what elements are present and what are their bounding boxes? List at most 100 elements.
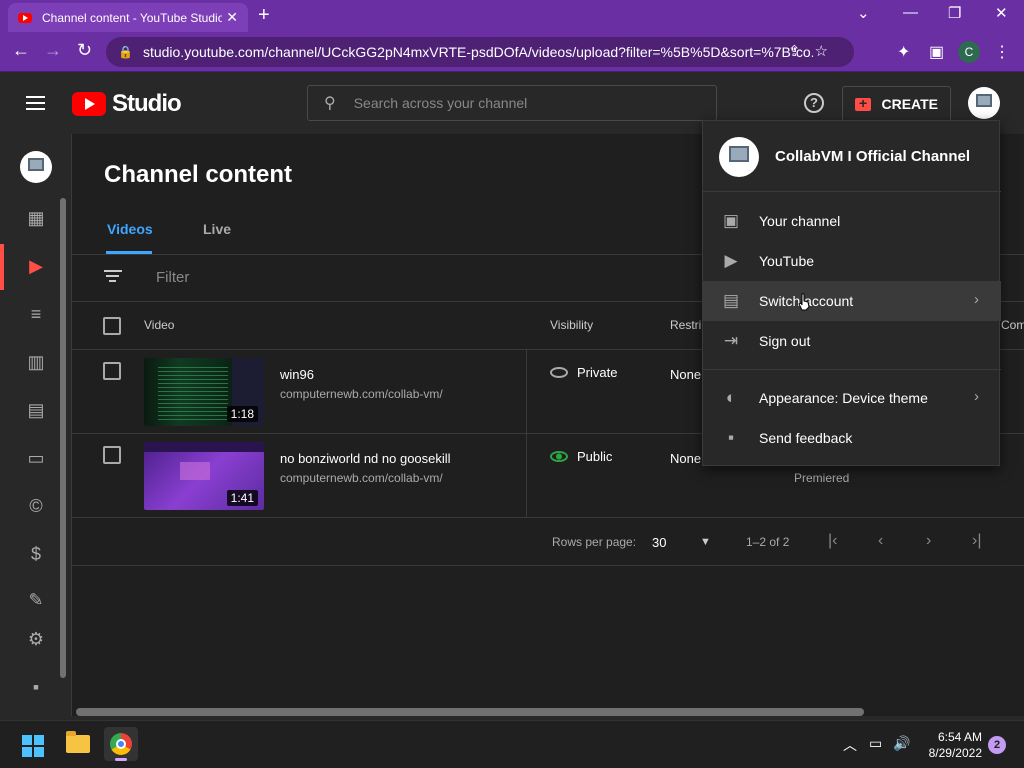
visibility-cell[interactable]: Public <box>550 449 612 464</box>
menu-item-send-feedback[interactable]: ▪ Send feedback <box>703 418 1001 458</box>
video-duration: 1:18 <box>226 406 258 422</box>
menu-item-your-channel[interactable]: ▣ Your channel <box>703 201 1001 241</box>
close-window-button[interactable]: ✕ <box>995 4 1008 22</box>
next-page-icon[interactable]: › <box>926 532 931 550</box>
rows-per-page-label: Rows per page: <box>552 535 637 549</box>
channel-search-box[interactable]: ⚲ <box>307 85 717 121</box>
menu-item-youtube[interactable]: ▶ YouTube <box>703 241 1001 281</box>
monetization-icon[interactable]: $ <box>26 544 46 564</box>
video-title[interactable]: win96 <box>280 367 314 382</box>
visibility-label: Private <box>577 365 618 380</box>
close-tab-icon[interactable]: ✕ <box>226 9 238 26</box>
chrome-taskbar-icon[interactable] <box>104 727 138 761</box>
video-title[interactable]: no bonziworld nd no goosekill <box>280 451 451 466</box>
visibility-label: Public <box>577 449 613 464</box>
studio-logo[interactable]: Studio <box>72 90 182 118</box>
share-and-bookmark-icons[interactable]: ⇪☆ <box>788 42 842 60</box>
row-checkbox[interactable] <box>103 362 121 380</box>
page-title: Channel content <box>104 161 293 188</box>
logo-text: Studio <box>112 90 182 117</box>
divider <box>703 369 1001 370</box>
restore-button[interactable]: ❐ <box>948 4 961 22</box>
tab-live[interactable]: Live <box>203 221 231 237</box>
appearance-icon: ◐ <box>725 388 737 407</box>
comments-icon[interactable]: ▤ <box>26 400 46 420</box>
menu-item-label: Appearance: Device theme <box>759 390 928 406</box>
menu-item-switch-account[interactable]: ▤ Switch account › <box>703 281 1001 321</box>
browser-toolbar: ← → ↻ 🔒 studio.youtube.com/channel/UCckG… <box>0 32 1024 72</box>
network-icon[interactable]: ▭ <box>869 735 882 752</box>
first-page-icon[interactable]: |‹ <box>828 532 837 550</box>
pagination-range: 1–2 of 2 <box>746 535 790 549</box>
windows-start-icon[interactable] <box>22 735 44 757</box>
horizontal-scrollbar[interactable] <box>76 708 864 716</box>
tab-search-icon[interactable]: ⌄ <box>857 4 870 22</box>
content-icon[interactable]: ▶ <box>26 256 46 276</box>
help-icon[interactable]: ? <box>804 93 824 113</box>
browser-profile-avatar[interactable]: C <box>958 41 980 63</box>
send-feedback-icon[interactable]: ▪ <box>26 677 46 697</box>
back-button[interactable]: ← <box>12 40 30 61</box>
search-icon: ⚲ <box>324 95 336 112</box>
browser-tab[interactable]: Channel content - YouTube Studio ✕ <box>8 3 248 32</box>
video-thumbnail[interactable]: 1:18 <box>144 358 264 426</box>
menu-item-appearance[interactable]: ◐ Appearance: Device theme › <box>703 378 1001 418</box>
column-header-visibility[interactable]: Visibility <box>550 318 593 332</box>
clock-time: 6:54 AM <box>937 730 982 744</box>
account-menu-header: CollabVM I Official Channel <box>703 121 1001 192</box>
tab-title: Channel content - YouTube Studio <box>42 10 222 25</box>
eye-icon <box>550 451 568 462</box>
tab-videos[interactable]: Videos <box>107 221 153 237</box>
new-tab-button[interactable]: + <box>258 4 270 27</box>
notification-badge[interactable]: 2 <box>988 736 1006 754</box>
row-checkbox[interactable] <box>103 446 121 464</box>
youtube-favicon-icon <box>18 12 32 23</box>
column-header-restrictions[interactable]: Restri <box>670 318 701 332</box>
address-bar[interactable]: 🔒 studio.youtube.com/channel/UCckGG2pN4m… <box>106 37 854 67</box>
side-panel-icon[interactable]: ▣ <box>929 42 944 62</box>
copyright-icon[interactable]: © <box>26 496 46 516</box>
previous-page-icon[interactable]: ‹ <box>878 532 883 550</box>
restrictions-value: None <box>670 367 702 382</box>
channel-avatar <box>719 137 759 177</box>
video-thumbnail[interactable]: 1:41 <box>144 442 264 510</box>
video-duration: 1:41 <box>226 490 258 506</box>
date-note: Premiered <box>794 471 850 485</box>
menu-item-sign-out[interactable]: ⇥ Sign out <box>703 321 1001 361</box>
dashboard-icon[interactable]: ▦ <box>26 208 46 228</box>
reload-button[interactable]: ↻ <box>77 40 92 61</box>
rows-per-page-select[interactable]: 30 <box>652 535 666 550</box>
analytics-icon[interactable]: ▥ <box>26 352 46 372</box>
lock-icon[interactable]: 🔒 <box>118 45 133 59</box>
forward-button[interactable]: → <box>44 40 62 61</box>
last-page-icon[interactable]: ›| <box>972 532 981 550</box>
tray-chevron-icon[interactable]: ︿ <box>843 735 857 755</box>
sidebar-scrollbar[interactable] <box>60 198 66 678</box>
account-menu: CollabVM I Official Channel ▣ Your chann… <box>702 120 1001 466</box>
search-input[interactable] <box>353 95 674 111</box>
column-header-video[interactable]: Video <box>144 318 174 332</box>
select-all-checkbox[interactable] <box>103 317 121 335</box>
file-explorer-icon[interactable] <box>66 731 90 753</box>
hamburger-menu-icon[interactable] <box>26 96 45 114</box>
chevron-right-icon: › <box>974 388 979 405</box>
browser-menu-icon[interactable]: ⋮ <box>994 42 1010 62</box>
youtube-logo-icon <box>72 92 106 116</box>
customization-icon[interactable]: ✎ <box>26 590 46 604</box>
filter-input[interactable]: Filter <box>156 269 189 286</box>
extensions-icon[interactable]: ✦ <box>897 42 910 62</box>
create-button[interactable]: CREATE <box>842 86 951 122</box>
account-avatar[interactable] <box>968 87 1000 119</box>
minimize-button[interactable]: — <box>903 4 918 21</box>
column-header-comments[interactable]: Com <box>1001 318 1024 332</box>
filter-icon[interactable] <box>104 270 122 285</box>
taskbar-clock[interactable]: 6:54 AM 8/29/2022 <box>920 729 982 761</box>
dropdown-arrow-icon[interactable]: ▼ <box>700 536 711 548</box>
settings-icon[interactable]: ⚙ <box>26 629 46 649</box>
playlists-icon[interactable]: ≡ <box>26 304 46 324</box>
volume-icon[interactable]: 🔊 <box>893 735 910 752</box>
subtitles-icon[interactable]: ▭ <box>26 448 46 468</box>
visibility-cell[interactable]: Private <box>550 365 617 380</box>
url-text[interactable]: studio.youtube.com/channel/UCckGG2pN4mxV… <box>143 44 813 60</box>
channel-avatar[interactable] <box>20 151 52 183</box>
